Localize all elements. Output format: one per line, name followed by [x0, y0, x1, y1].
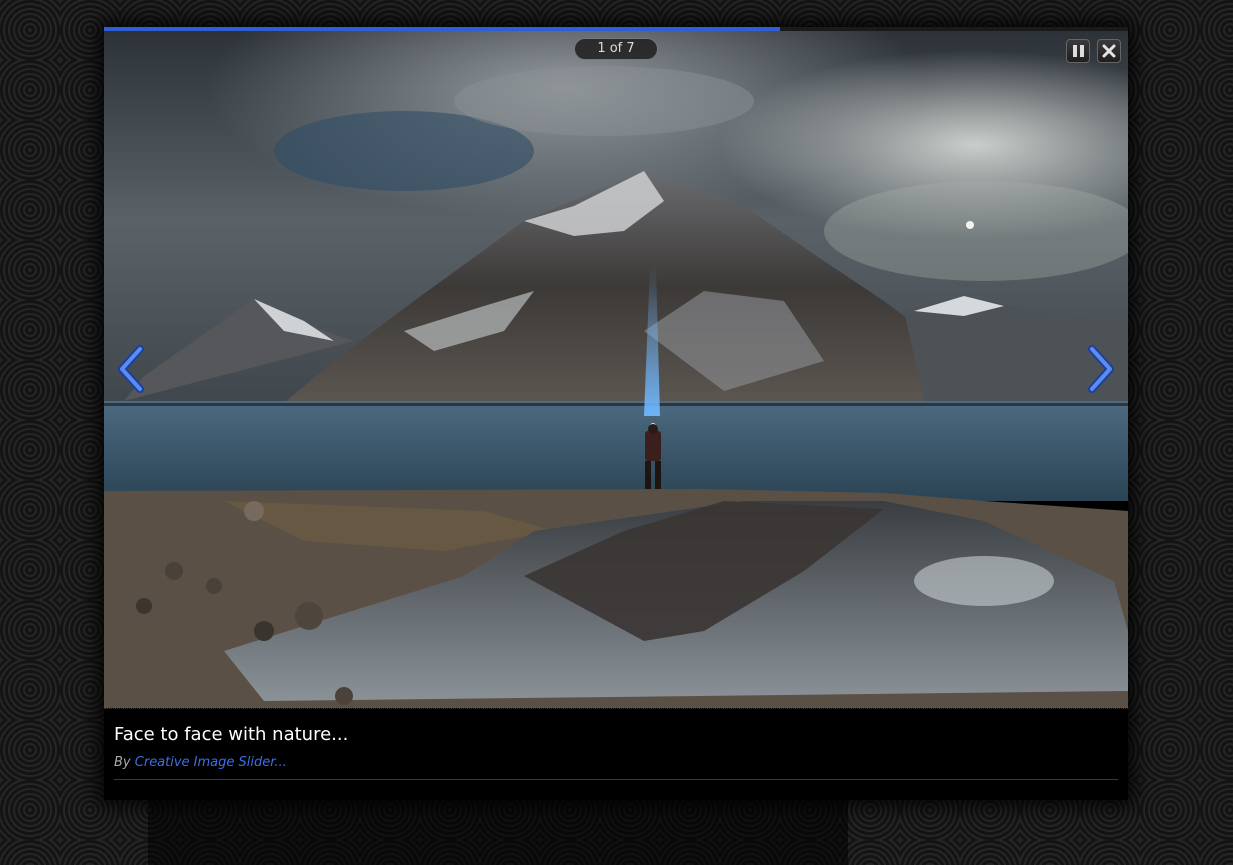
mountain-lake-night-photo — [104, 31, 1128, 708]
page-footer-band — [148, 800, 848, 865]
close-icon — [1102, 44, 1116, 58]
pause-button[interactable] — [1066, 39, 1090, 63]
slide-progress-bar — [104, 27, 1128, 31]
slide-counter: 1 of 7 — [574, 38, 658, 60]
chevron-right-icon — [1088, 345, 1114, 393]
caption-divider — [114, 779, 1118, 780]
previous-slide-button[interactable] — [114, 345, 150, 393]
slide-image — [104, 31, 1128, 708]
credit-by-label: By — [114, 755, 131, 770]
close-button[interactable] — [1097, 39, 1121, 63]
pause-icon — [1072, 45, 1077, 57]
lightbox: 1 of 7 Face to face with nature... By Cr… — [104, 27, 1128, 800]
slide-caption: Face to face with nature... By Creative … — [104, 708, 1128, 800]
caption-title: Face to face with nature... — [114, 724, 349, 745]
author-link[interactable]: Creative Image Slider... — [135, 755, 287, 770]
caption-credit: By Creative Image Slider... — [114, 755, 287, 770]
slide-progress-fill — [104, 27, 780, 31]
next-slide-button[interactable] — [1082, 345, 1118, 393]
chevron-left-icon — [118, 345, 144, 393]
